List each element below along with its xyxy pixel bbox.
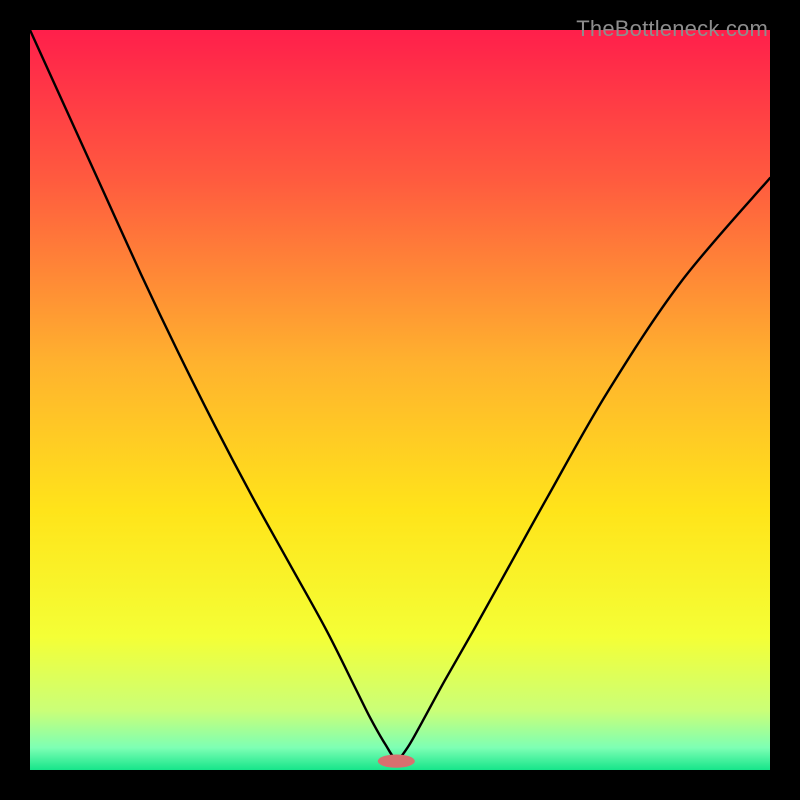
chart-svg: [30, 30, 770, 770]
watermark-text: TheBottleneck.com: [576, 16, 768, 42]
chart-plot: [30, 30, 770, 770]
marker-layer: [378, 754, 415, 767]
chart-frame: TheBottleneck.com: [10, 10, 790, 790]
min-marker: [378, 754, 415, 767]
gradient-background: [30, 30, 770, 770]
